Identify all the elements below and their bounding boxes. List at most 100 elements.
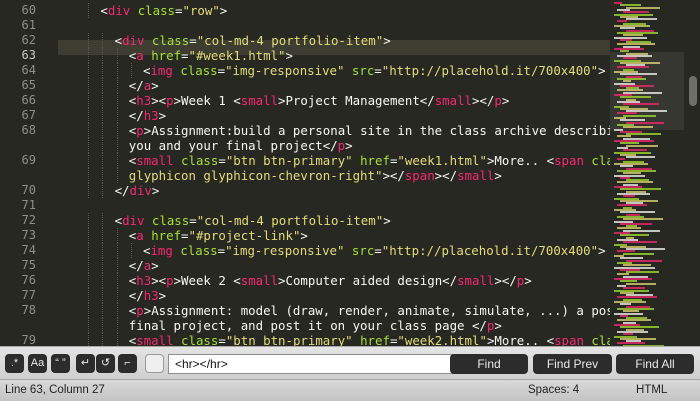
code-line: </h3>: [129, 288, 166, 303]
indent-guide: [102, 138, 104, 153]
minimap-line: [614, 312, 643, 315]
code-token: class: [172, 63, 218, 78]
code-token: ></: [494, 273, 517, 288]
indent-guide: [88, 228, 90, 243]
code-token: p: [136, 303, 144, 318]
indentation-setting[interactable]: Spaces: 4: [528, 384, 579, 396]
syntax-mode[interactable]: HTML: [636, 384, 667, 396]
code-token: >: [158, 288, 167, 303]
vertical-scrollbar[interactable]: [686, 0, 700, 346]
code-token: </: [128, 108, 144, 123]
indent-guide: [88, 138, 90, 153]
minimap-line: [626, 282, 656, 285]
find-input[interactable]: [168, 354, 458, 374]
indent-guide: [102, 228, 104, 243]
code-token: class: [173, 333, 219, 346]
code-token: class: [144, 213, 190, 228]
code-token: p: [166, 93, 174, 108]
code-token: =: [189, 213, 197, 228]
minimap[interactable]: [610, 0, 684, 346]
code-token: =: [218, 333, 226, 346]
code-token: small: [136, 153, 174, 168]
code-token: >: [501, 93, 510, 108]
indent-guide: [102, 258, 104, 273]
code-token: >: [285, 48, 293, 63]
minimap-line: [623, 252, 654, 255]
code-token: >Assignment:build a personal site in the…: [143, 123, 629, 138]
code-token: p: [494, 93, 502, 108]
code-token: </: [128, 288, 144, 303]
code-token: p: [136, 123, 144, 138]
indent-guide: [88, 93, 90, 108]
code-token: src: [344, 63, 375, 78]
code-line: <img class="img-responsive" src="http://…: [143, 243, 606, 258]
code-token: div: [122, 33, 145, 48]
minimap-line: [623, 126, 653, 129]
code-line: <a href="#week1.html">: [129, 48, 293, 63]
code-line: final project, and post it on your class…: [129, 318, 502, 333]
code-token: <: [100, 3, 108, 18]
indent-guide: [88, 333, 90, 346]
code-token: >: [494, 318, 502, 333]
indent-guide: [102, 123, 104, 138]
indent-guide: [102, 78, 104, 93]
code-token: div: [107, 3, 131, 18]
find-button[interactable]: Find: [450, 354, 528, 374]
code-token: small: [240, 93, 279, 108]
code-token: >: [494, 168, 502, 183]
in-selection-toggle[interactable]: ↺: [96, 354, 115, 373]
code-token: >: [151, 93, 159, 108]
code-line: <p>Assignment:build a personal site in t…: [129, 123, 629, 138]
indent-guide: [130, 243, 132, 258]
find-all-button[interactable]: Find All: [616, 354, 694, 374]
code-token: >: [151, 78, 159, 93]
show-context-toggle[interactable]: [145, 354, 164, 373]
case-sensitive-toggle[interactable]: Aa: [28, 354, 47, 373]
regex-toggle[interactable]: .*: [5, 354, 24, 373]
code-token: a: [136, 48, 144, 63]
code-line: <small class="btn btn-primary" href="wee…: [129, 333, 644, 346]
code-token: p: [166, 273, 174, 288]
minimap-line: [626, 6, 660, 9]
code-line: <h3><p>Week 1 <small>Project Management<…: [129, 93, 510, 108]
indent-guide: [88, 108, 90, 123]
indent-guide: [88, 183, 90, 198]
indent-guide: [88, 303, 90, 318]
code-token: =: [217, 243, 226, 258]
code-line: <p>Assignment: model (draw, render, anim…: [129, 303, 651, 318]
code-token: >: [151, 183, 160, 198]
indent-guide: [116, 228, 118, 243]
code-token: >More.. <: [486, 153, 555, 168]
indent-guide: [88, 213, 90, 228]
code-token: <: [114, 33, 123, 48]
code-token: href: [143, 48, 182, 63]
code-line: </a>: [129, 78, 159, 93]
code-line: <div class="col-md-4 portfolio-item">: [115, 213, 391, 228]
indent-guide: [102, 213, 104, 228]
scrollbar-thumb[interactable]: [689, 76, 697, 106]
indent-guide: [102, 33, 104, 48]
code-editor[interactable]: 60 61 62 63 64 65 66 67 68 69 70 71 72 73 74 75 76 77 78 79…: [0, 0, 700, 346]
code-token: "row": [182, 3, 220, 18]
minimap-line: [617, 204, 647, 207]
code-token: ></: [472, 93, 495, 108]
code-area[interactable]: <div class="row"> <div class="col-md-4 po…: [0, 0, 651, 346]
code-token: =: [218, 153, 226, 168]
indent-guide: [102, 318, 104, 333]
code-line: <div class="row">: [100, 3, 227, 18]
indent-guide: [116, 273, 118, 288]
highlight-matches-toggle[interactable]: ⌐: [118, 354, 137, 373]
indent-guide: [88, 3, 90, 18]
wrap-toggle[interactable]: ↵: [76, 354, 95, 373]
code-token: >More.. <: [486, 333, 555, 346]
minimap-line: [626, 271, 659, 274]
find-prev-button[interactable]: Find Prev: [533, 354, 612, 374]
indent-guide: [88, 258, 90, 273]
code-token: >: [300, 228, 308, 243]
code-token: =: [374, 243, 382, 258]
indent-guide: [102, 303, 104, 318]
code-line: <img class="img-responsive" src="http://…: [143, 63, 606, 78]
code-token: href: [352, 333, 390, 346]
code-token: >: [151, 273, 159, 288]
whole-word-toggle[interactable]: “ ”: [51, 354, 70, 373]
